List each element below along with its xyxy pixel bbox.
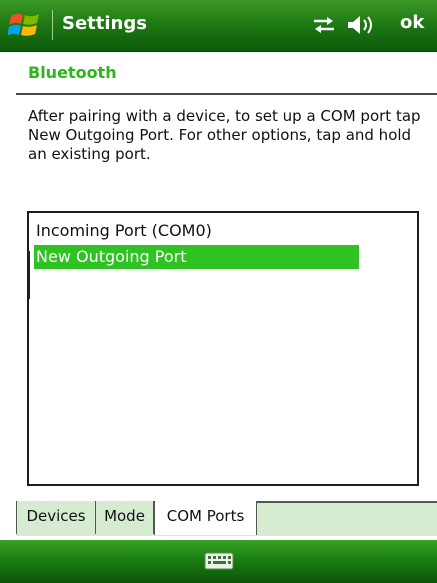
keyboard-icon[interactable] [204,552,234,570]
com-port-list[interactable]: Incoming Port (COM0) New Outgoing Port [27,211,419,486]
volume-icon[interactable] [346,14,376,36]
instructions-text: After pairing with a device, to set up a… [28,107,421,163]
tab-strip: Devices Mode COM Ports [16,501,437,536]
list-caret [29,251,30,299]
title-separator [52,10,53,40]
list-item-new-outgoing-port[interactable]: New Outgoing Port [34,245,359,269]
tab-mode[interactable]: Mode [96,501,154,534]
tab-devices[interactable]: Devices [16,501,96,534]
windows-flag-icon[interactable] [8,10,42,40]
header-divider [16,93,437,95]
connectivity-icon[interactable] [312,15,336,35]
tab-divider [257,501,437,503]
list-item-incoming-port[interactable]: Incoming Port (COM0) [36,219,212,243]
section-title: Bluetooth [28,63,117,82]
app-title: Settings [62,13,147,34]
title-bar: Settings ok [0,0,437,52]
ok-button[interactable]: ok [400,12,424,33]
tab-com-ports[interactable]: COM Ports [154,501,257,535]
soft-key-bar [0,540,437,583]
